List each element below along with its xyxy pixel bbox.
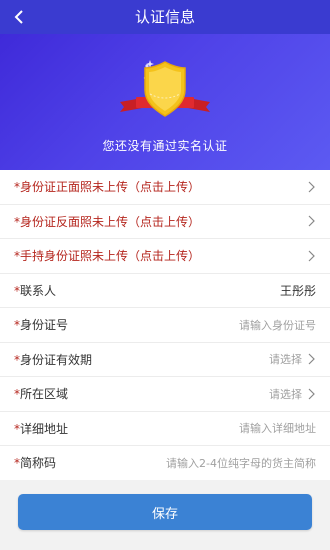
short-code-row[interactable]: *简称码 请输入2-4位纯字母的货主简称	[0, 446, 330, 481]
row-label: *联系人	[14, 283, 57, 298]
id-front-upload-row[interactable]: *身份证正面照未上传（点击上传）	[0, 170, 330, 205]
region-select[interactable]: 请选择	[269, 386, 302, 402]
navbar: 认证信息	[0, 0, 330, 34]
row-label: *身份证反面照未上传（点击上传）	[14, 214, 201, 229]
chevron-right-icon	[306, 353, 316, 365]
chevron-right-icon	[306, 181, 316, 193]
verification-banner: 您还没有通过实名认证	[0, 34, 330, 170]
short-code-input[interactable]: 请输入2-4位纯字母的货主简称	[166, 455, 316, 471]
shield-badge-icon	[120, 60, 210, 117]
id-validity-row[interactable]: *身份证有效期 请选择	[0, 343, 330, 377]
id-number-input[interactable]: 请输入身份证号	[239, 317, 316, 333]
row-label: *身份证有效期	[14, 352, 93, 367]
row-label: *所在区域	[14, 387, 69, 402]
id-number-row[interactable]: *身份证号 请输入身份证号	[0, 308, 330, 343]
chevron-right-icon	[306, 215, 316, 227]
row-label: *简称码	[14, 456, 57, 471]
row-label: *手持身份证照未上传（点击上传）	[14, 249, 201, 264]
verification-status-text: 您还没有通过实名认证	[102, 139, 228, 153]
contact-value[interactable]: 王彤彤	[280, 282, 316, 299]
id-validity-select[interactable]: 请选择	[269, 351, 302, 367]
chevron-right-icon	[306, 250, 316, 262]
row-label: *详细地址	[14, 421, 69, 436]
save-button[interactable]: 保存	[18, 494, 312, 530]
address-row[interactable]: *详细地址 请输入详细地址	[0, 412, 330, 446]
footer: 保存	[0, 480, 330, 550]
id-back-upload-row[interactable]: *身份证反面照未上传（点击上传）	[0, 205, 330, 239]
verification-form: *身份证正面照未上传（点击上传） *身份证反面照未上传（点击上传） *手持身份证…	[0, 170, 330, 481]
row-label: *身份证正面照未上传（点击上传）	[14, 180, 201, 195]
handheld-id-upload-row[interactable]: *手持身份证照未上传（点击上传）	[0, 239, 330, 274]
chevron-right-icon	[306, 388, 316, 400]
contact-row[interactable]: *联系人 王彤彤	[0, 274, 330, 308]
row-label: *身份证号	[14, 318, 69, 333]
address-input[interactable]: 请输入详细地址	[239, 420, 316, 436]
page-title: 认证信息	[134, 8, 195, 26]
region-row[interactable]: *所在区域 请选择	[0, 377, 330, 412]
